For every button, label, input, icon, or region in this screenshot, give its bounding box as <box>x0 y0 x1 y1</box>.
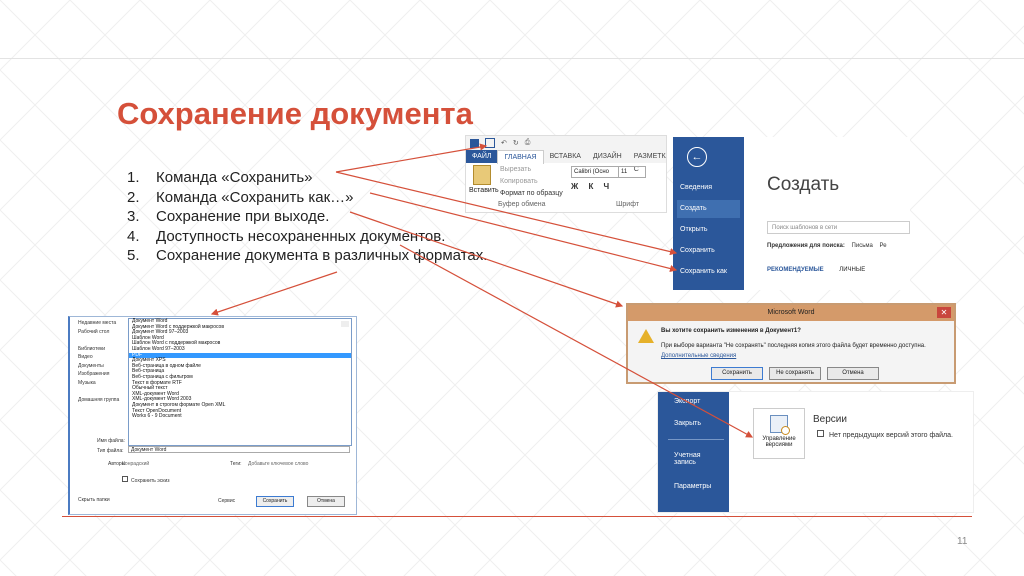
nav-export[interactable]: Экспорт <box>674 398 700 405</box>
top-divider <box>0 58 1024 59</box>
nav-folder[interactable] <box>78 387 120 396</box>
list-item: 1. Команда «Сохранить» <box>127 169 313 186</box>
back-arrow-icon[interactable]: ← <box>687 147 707 167</box>
ribbon-tabs: ФАЙЛ ГЛАВНАЯ ВСТАВКА ДИЗАЙН РАЗМЕТКА С <box>466 149 666 173</box>
nav-folder[interactable]: Документы <box>78 362 120 371</box>
nav-open[interactable]: Открыть <box>677 221 740 239</box>
list-item: 4. Доступность несохраненных документов. <box>127 227 446 245</box>
search-suggestions: Предложения для поиска: Письма Ре <box>767 243 887 249</box>
backstage-view: ← Сведения Создать Открыть Сохранить Сох… <box>673 137 910 290</box>
scrollbar[interactable] <box>341 321 349 327</box>
checkbox-icon <box>817 430 824 437</box>
hide-folders-button[interactable]: Скрыть папки <box>78 497 110 503</box>
tags-label: Теги: <box>230 461 242 467</box>
list-item: 2. Команда «Сохранить как…» <box>127 188 354 206</box>
more-info-link[interactable]: Дополнительные сведения <box>661 353 736 359</box>
suggestion-link[interactable]: Ре <box>879 243 886 249</box>
manage-versions-button[interactable]: Управление версиями <box>753 408 805 459</box>
tab-layout[interactable]: РАЗМЕТКА С <box>628 150 666 173</box>
close-icon[interactable]: ✕ <box>937 307 951 318</box>
topic-list: 1. Команда «Сохранить» 2. Команда «Сохрани… <box>127 168 487 266</box>
tools-menu[interactable]: Сервис <box>218 498 235 504</box>
nav-save-as[interactable]: Сохранить как <box>677 263 740 281</box>
paste-button[interactable]: Вставить <box>469 165 499 194</box>
word-ribbon: ↶ ↻ ⎙ ФАЙЛ ГЛАВНАЯ ВСТАВКА ДИЗАЙН РАЗМЕТ… <box>465 135 667 213</box>
nav-folder[interactable]: Домашняя группа <box>78 396 120 405</box>
template-tabs: РЕКОМЕНДУЕМЫЕ ЛИЧНЫЕ <box>767 267 865 273</box>
font-name-select[interactable]: Calibri (Осно <box>571 166 619 178</box>
save-as-dialog: Недавние места Рабочий стол Библиотеки В… <box>68 316 357 515</box>
versions-heading: Версии <box>813 414 847 425</box>
nav-save[interactable]: Сохранить <box>677 242 740 260</box>
slide-title: Сохранение документа <box>117 96 473 131</box>
nav-options[interactable]: Параметры <box>674 483 711 490</box>
tab-file[interactable]: ФАЙЛ <box>466 150 498 163</box>
nav-folder[interactable]: Изображения <box>78 370 120 379</box>
font-size-select[interactable]: 11 <box>618 166 646 178</box>
nav-folder[interactable]: Рабочий стол <box>78 328 120 337</box>
versions-status: Нет предыдущих версий этого файла. <box>817 430 953 439</box>
file-format-option[interactable]: Works 6 - 9 Document <box>129 413 351 420</box>
file-type-label: Тип файла: <box>97 448 124 454</box>
file-name-label: Имя файла: <box>97 438 125 444</box>
dont-save-button[interactable]: Не сохранять <box>769 367 821 380</box>
save-button[interactable]: Сохранить <box>256 496 294 507</box>
cancel-button[interactable]: Отмена <box>307 496 345 507</box>
dialog-question: Вы хотите сохранить изменения в Документ… <box>661 328 801 334</box>
versions-panel: Экспорт Закрыть Учетная запись Параметры… <box>657 391 974 513</box>
cancel-button[interactable]: Отмена <box>827 367 879 380</box>
list-item: 3. Сохранение при выходе. <box>127 208 330 225</box>
folder-nav: Недавние места Рабочий стол Библиотеки В… <box>78 319 120 404</box>
nav-folder[interactable]: Музыка <box>78 379 120 388</box>
tab-design[interactable]: ДИЗАЙН <box>587 150 628 163</box>
nav-close[interactable]: Закрыть <box>674 420 701 427</box>
cut-button[interactable]: Вырезать <box>500 166 531 173</box>
format-painter-button[interactable]: Формат по образцу <box>500 190 563 197</box>
undo-icon[interactable]: ↶ <box>501 139 507 147</box>
nav-folder[interactable] <box>78 336 120 345</box>
dialog-text: При выборе варианта "Не сохранять" после… <box>661 343 926 349</box>
ribbon-body: Вставить Вырезать Копировать Формат по о… <box>466 163 666 211</box>
backstage-nav-lower: Экспорт Закрыть Учетная запись Параметры <box>658 392 729 512</box>
print-icon[interactable]: ⎙ <box>525 139 531 147</box>
save-button[interactable]: Сохранить <box>711 367 763 380</box>
nav-account[interactable]: Учетная запись <box>674 452 718 466</box>
slide-number: 11 <box>957 536 968 547</box>
format-buttons[interactable]: Ж К Ч <box>571 182 613 191</box>
tab-home[interactable]: ГЛАВНАЯ <box>497 149 544 164</box>
tab-recommended[interactable]: РЕКОМЕНДУЕМЫЕ <box>767 267 824 273</box>
warning-icon <box>638 329 654 343</box>
authors-field[interactable]: Конрадский <box>122 461 149 467</box>
list-item: 5. Сохранение документа в различных форма… <box>127 247 488 264</box>
dialog-title: Microsoft Word ✕ <box>628 305 954 321</box>
nav-divider <box>668 439 724 440</box>
tags-field[interactable]: Добавьте ключевое слово <box>248 461 308 467</box>
template-search-input[interactable]: Поиск шаблонов в сети <box>767 221 910 234</box>
backstage-heading: Создать <box>767 174 840 195</box>
suggestion-link[interactable]: Письма <box>852 243 873 249</box>
backstage-nav: ← Сведения Создать Открыть Сохранить Сох… <box>673 137 744 290</box>
nav-folder[interactable]: Видео <box>78 353 120 362</box>
save-icon[interactable] <box>485 138 495 148</box>
redo-icon[interactable]: ↻ <box>513 139 519 147</box>
nav-info[interactable]: Сведения <box>677 179 740 197</box>
clipboard-icon <box>473 165 491 185</box>
font-group-label: Шрифт <box>616 201 640 208</box>
dialog-buttons: Сохранить Не сохранять Отмена <box>711 367 879 380</box>
clipboard-group-label: Буфер обмена <box>498 201 546 208</box>
bottom-divider <box>62 516 972 517</box>
file-type-dropdown-list[interactable]: Документ Word Документ Word с поддержкой … <box>128 318 352 446</box>
document-search-icon <box>770 415 790 435</box>
tab-personal[interactable]: ЛИЧНЫЕ <box>839 267 865 273</box>
tab-insert[interactable]: ВСТАВКА <box>544 150 587 163</box>
save-changes-dialog: Microsoft Word ✕ Вы хотите сохранить изм… <box>626 303 956 384</box>
copy-button[interactable]: Копировать <box>500 178 538 185</box>
word-logo-icon <box>470 138 479 148</box>
thumbnail-checkbox[interactable]: Сохранить эскиз <box>122 476 170 484</box>
nav-new[interactable]: Создать <box>677 200 740 218</box>
nav-folder[interactable]: Недавние места <box>78 319 120 328</box>
file-type-select[interactable]: Документ Word <box>128 446 350 453</box>
quick-access-toolbar: ↶ ↻ ⎙ <box>466 136 666 150</box>
nav-folder[interactable]: Библиотеки <box>78 345 120 354</box>
